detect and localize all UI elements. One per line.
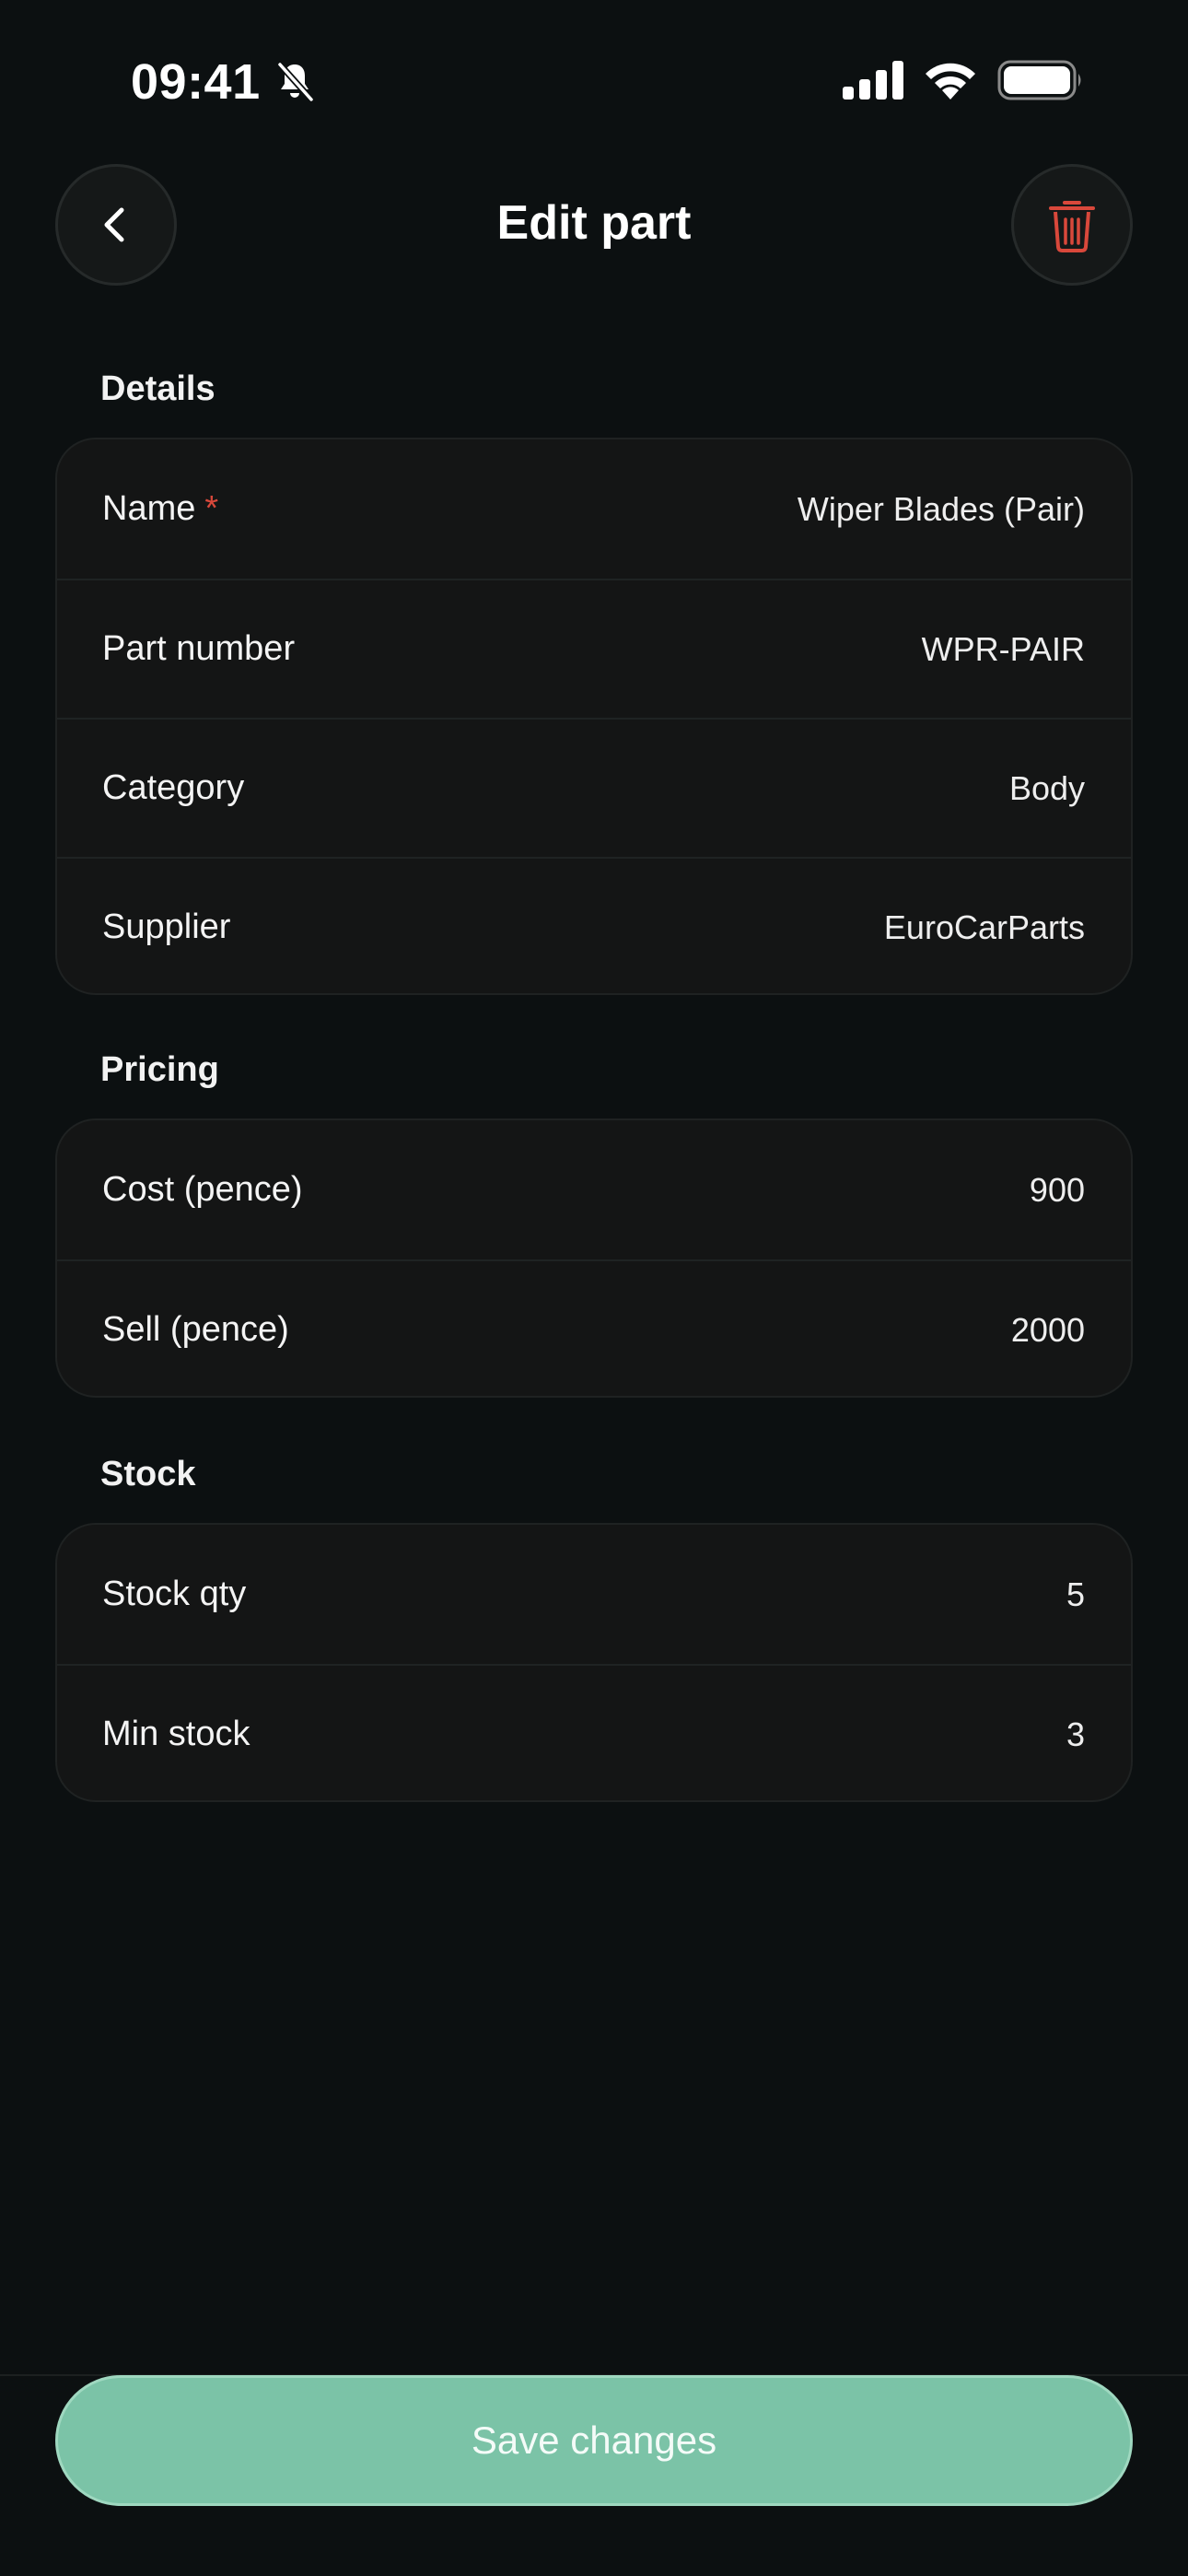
stock-qty-value: 5 [1066, 1575, 1085, 1613]
details-card: Name * Wiper Blades (Pair) Part number WP… [55, 438, 1133, 995]
status-time: 09:41 [131, 54, 261, 110]
supplier-label: Supplier [102, 907, 231, 946]
stock-card: Stock qty 5 Min stock 3 [55, 1523, 1133, 1802]
part-number-value: WPR-PAIR [921, 629, 1085, 668]
min-stock-field[interactable]: Min stock 3 [57, 1664, 1131, 1800]
sell-value: 2000 [1010, 1310, 1085, 1349]
sell-field[interactable]: Sell (pence) 2000 [57, 1259, 1131, 1396]
category-field[interactable]: Category Body [57, 718, 1131, 857]
required-indicator: * [204, 489, 219, 528]
edit-part-screen: 09:41 Edit part Details Name * Wiper Bla… [0, 0, 1188, 2576]
status-bar: 09:41 [0, 0, 1188, 161]
min-stock-value: 3 [1066, 1715, 1085, 1753]
page-title: Edit part [496, 196, 692, 250]
stock-qty-label: Stock qty [102, 1575, 247, 1613]
bell-slash-icon [277, 62, 314, 102]
sell-label: Sell (pence) [102, 1310, 289, 1349]
part-number-label: Part number [102, 629, 296, 668]
supplier-value: EuroCarParts [883, 907, 1085, 946]
stock-qty-field[interactable]: Stock qty 5 [57, 1525, 1131, 1664]
category-label: Category [102, 768, 245, 807]
section-label-pricing: Pricing [100, 1050, 219, 1089]
part-number-field[interactable]: Part number WPR-PAIR [57, 579, 1131, 718]
cost-value: 900 [1029, 1170, 1085, 1209]
name-value: Wiper Blades (Pair) [797, 489, 1085, 528]
name-field[interactable]: Name * Wiper Blades (Pair) [57, 439, 1131, 579]
wifi-icon [926, 63, 975, 100]
name-label: Name * [102, 489, 218, 529]
delete-button[interactable] [1011, 164, 1133, 286]
trash-icon [1049, 201, 1095, 252]
category-value: Body [1008, 768, 1085, 807]
section-label-stock: Stock [100, 1455, 196, 1493]
min-stock-label: Min stock [102, 1715, 250, 1753]
battery-icon [997, 60, 1081, 100]
cost-label: Cost (pence) [102, 1170, 303, 1209]
section-label-details: Details [100, 369, 215, 408]
save-changes-button[interactable]: Save changes [55, 2375, 1133, 2506]
supplier-field[interactable]: Supplier EuroCarParts [57, 857, 1131, 993]
cellular-signal-icon [843, 61, 903, 100]
cost-field[interactable]: Cost (pence) 900 [57, 1120, 1131, 1259]
name-label-text: Name [102, 489, 196, 528]
pricing-card: Cost (pence) 900 Sell (pence) 2000 [55, 1118, 1133, 1398]
